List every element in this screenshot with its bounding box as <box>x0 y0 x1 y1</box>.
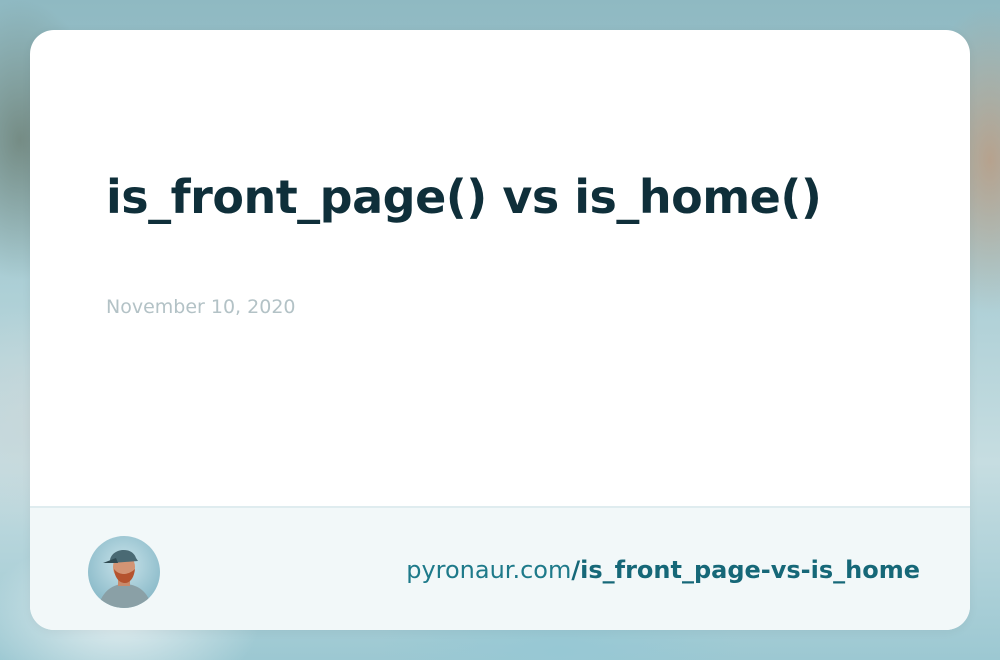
post-title: is_front_page() vs is_home() <box>106 170 822 224</box>
author-avatar <box>88 536 160 608</box>
card-footer: pyronaur.com/is_front_page-vs-is_home <box>30 506 970 630</box>
url-slug: /is_front_page-vs-is_home <box>571 556 920 584</box>
avatar-icon <box>88 536 160 608</box>
post-date: November 10, 2020 <box>106 296 296 318</box>
url-domain: pyronaur.com <box>406 556 572 584</box>
post-url[interactable]: pyronaur.com/is_front_page-vs-is_home <box>406 556 920 584</box>
post-card: is_front_page() vs is_home() November 10… <box>30 30 970 630</box>
